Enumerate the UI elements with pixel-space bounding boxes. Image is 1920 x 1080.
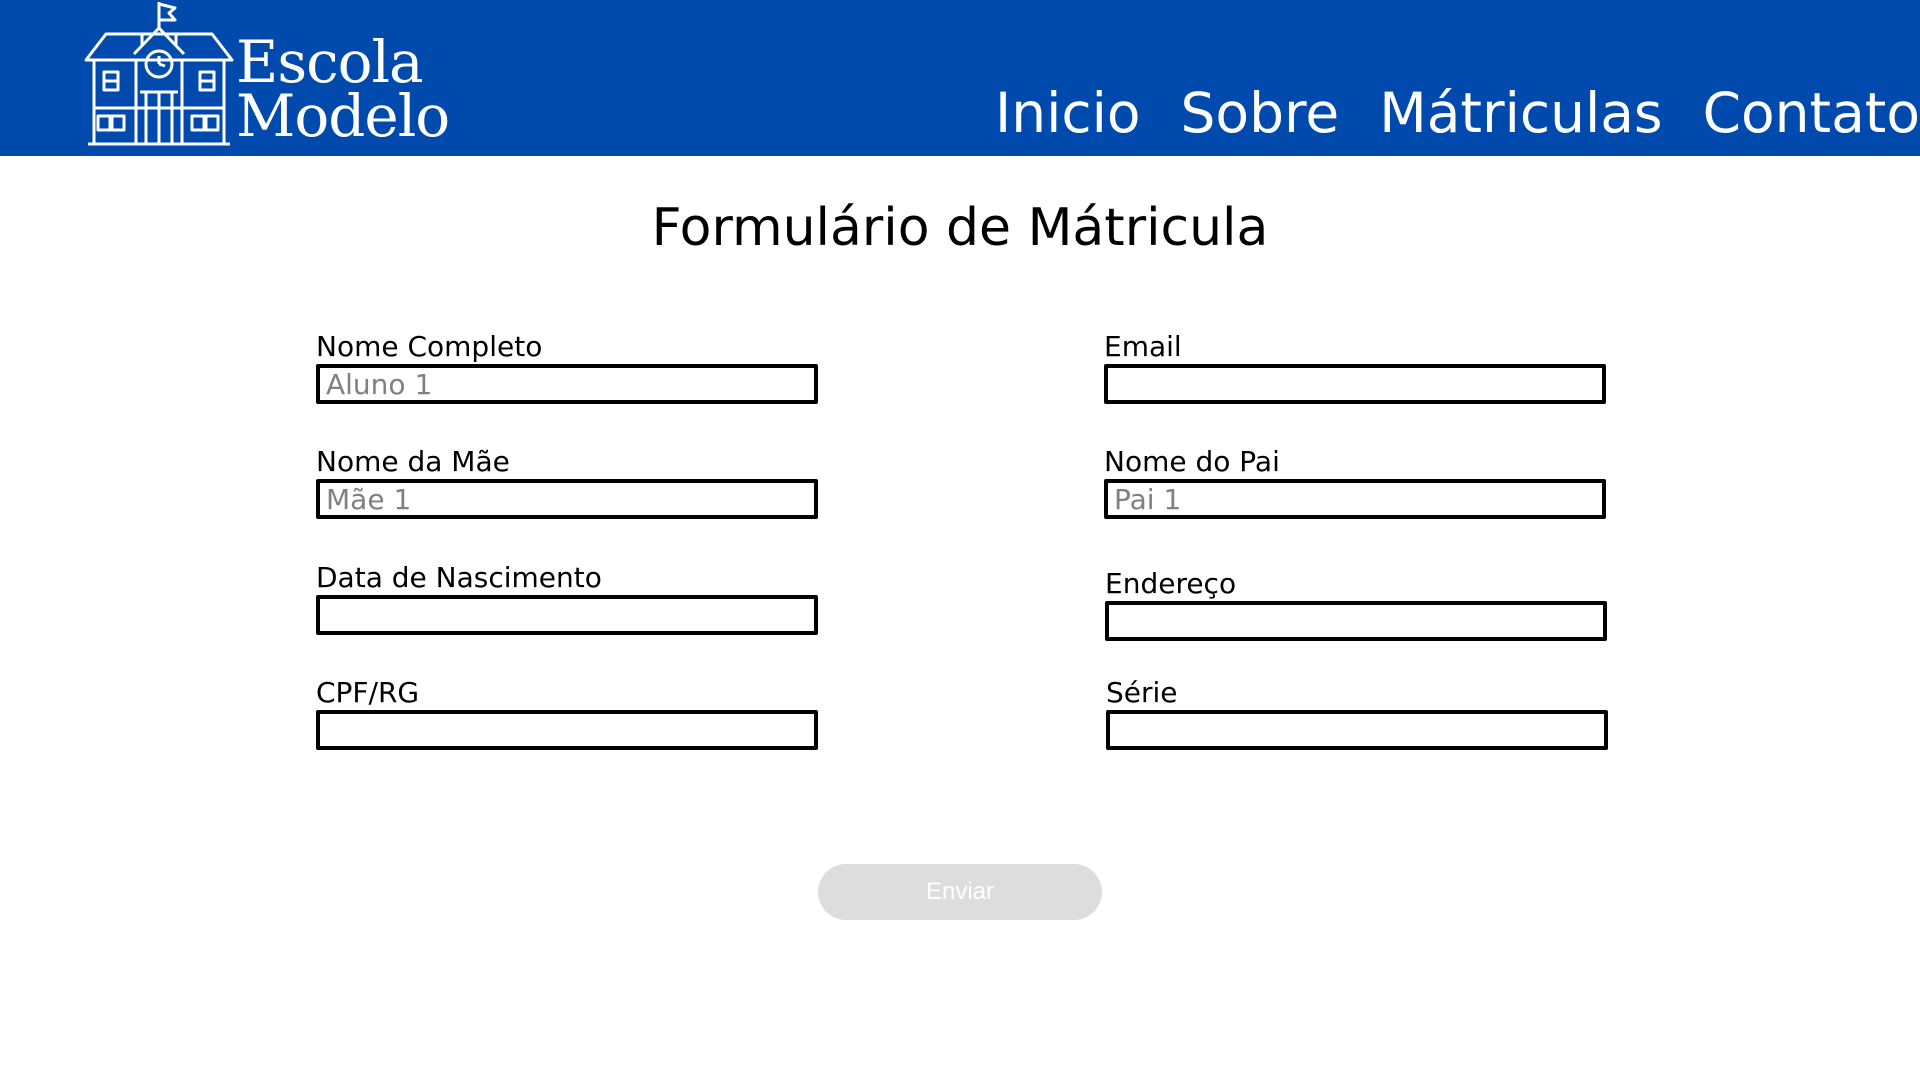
email-input[interactable] [1104, 364, 1606, 404]
nome-completo-input[interactable] [316, 364, 818, 404]
data-nascimento-label: Data de Nascimento [316, 561, 602, 594]
data-nascimento-input[interactable] [316, 595, 818, 635]
school-building-icon [84, 2, 234, 146]
field-cpf-rg: CPF/RG [316, 676, 820, 750]
cpf-rg-label: CPF/RG [316, 676, 420, 709]
school-logo[interactable]: Escola Modelo [84, 0, 464, 156]
field-email: Email [1104, 330, 1608, 404]
nav-item-contato[interactable]: Contato [1703, 80, 1920, 146]
cpf-rg-input[interactable] [316, 710, 818, 750]
field-endereco: Endereço [1105, 567, 1609, 641]
site-header: Escola Modelo Inicio Sobre Mátriculas Co… [0, 0, 1920, 156]
email-label: Email [1104, 330, 1182, 363]
serie-input[interactable] [1106, 710, 1608, 750]
nome-completo-label: Nome Completo [316, 330, 543, 363]
nav-item-matriculas[interactable]: Mátriculas [1379, 80, 1662, 146]
submit-button[interactable]: Enviar [818, 864, 1102, 920]
logo-text-line2: Modelo [236, 82, 450, 150]
field-nome-pai: Nome do Pai [1104, 445, 1608, 519]
nome-mae-input[interactable] [316, 479, 818, 519]
main-nav: Inicio Sobre Mátriculas Contato [955, 80, 1920, 146]
field-data-nascimento: Data de Nascimento [316, 561, 820, 635]
nome-pai-input[interactable] [1104, 479, 1606, 519]
endereco-input[interactable] [1105, 601, 1607, 641]
field-nome-completo: Nome Completo [316, 330, 820, 404]
page-title: Formulário de Mátricula [651, 198, 1269, 258]
nome-pai-label: Nome do Pai [1104, 445, 1280, 478]
field-serie: Série [1106, 676, 1610, 750]
nome-mae-label: Nome da Mãe [316, 445, 510, 478]
serie-label: Série [1106, 676, 1178, 709]
field-nome-mae: Nome da Mãe [316, 445, 820, 519]
nav-item-sobre[interactable]: Sobre [1181, 80, 1340, 146]
nav-item-inicio[interactable]: Inicio [995, 80, 1141, 146]
endereco-label: Endereço [1105, 567, 1237, 600]
